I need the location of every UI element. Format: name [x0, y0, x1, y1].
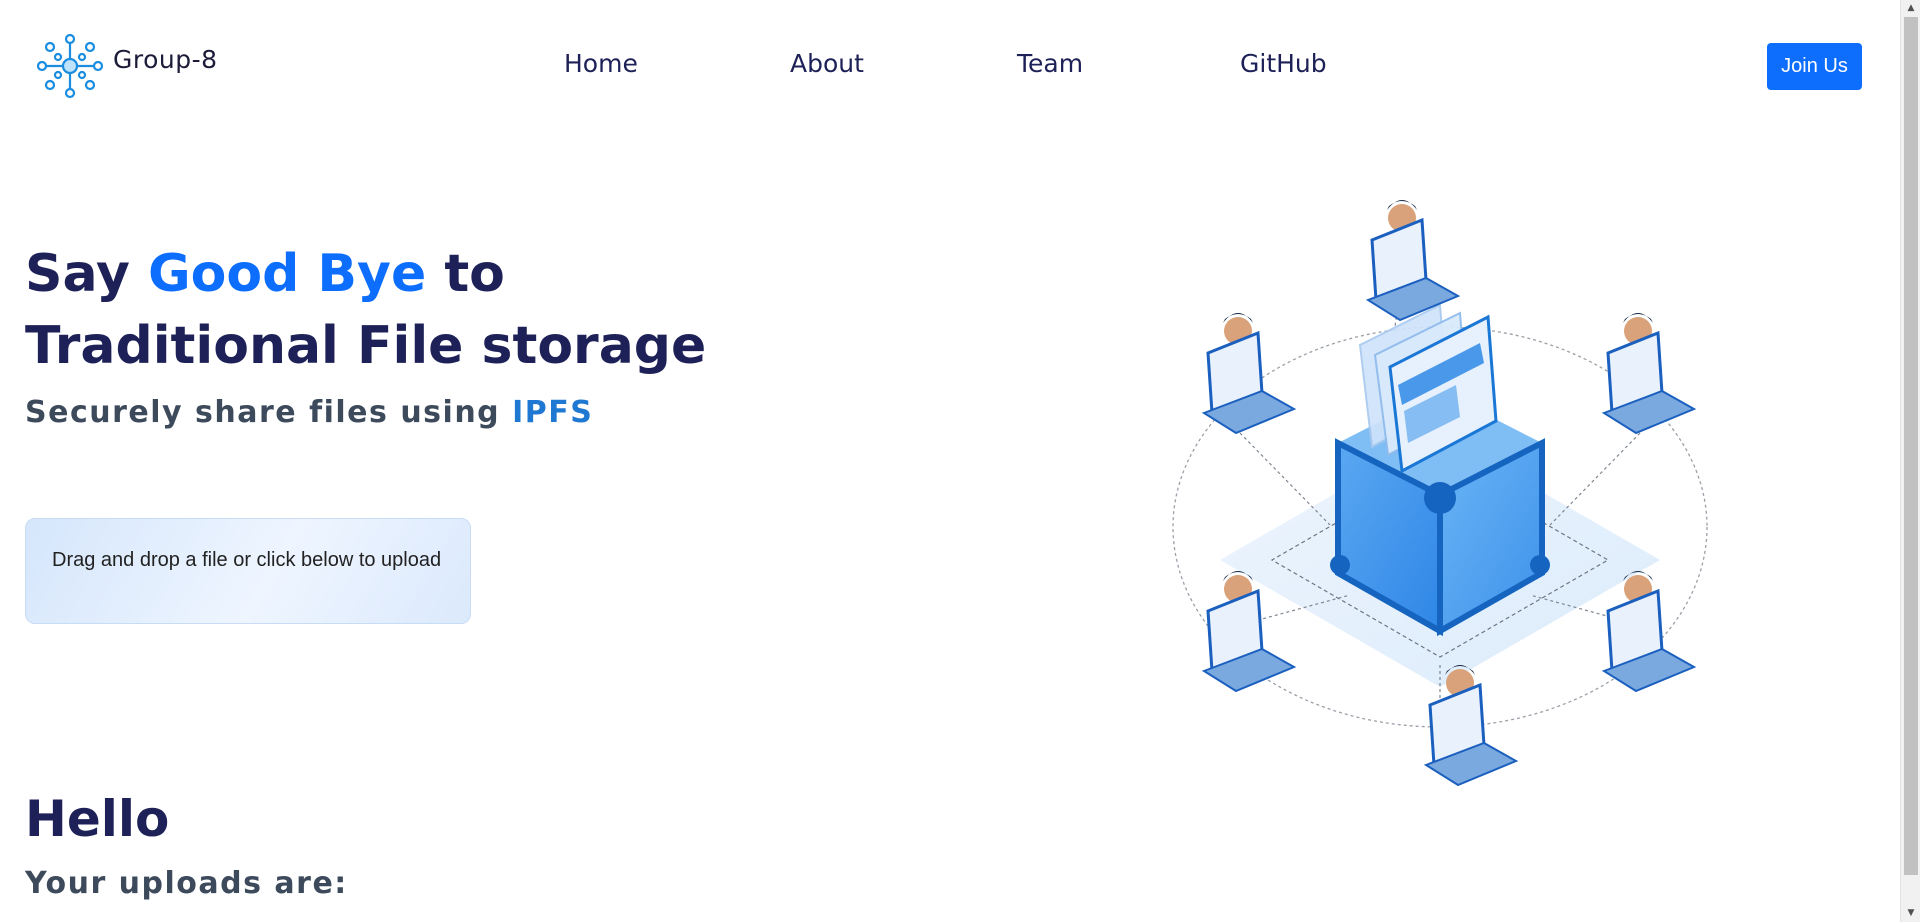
hero-title-line2: Traditional File storage: [25, 316, 707, 376]
nav-home-link[interactable]: Home: [564, 49, 638, 78]
page-scrollbar[interactable]: ▲ ▼: [1900, 0, 1920, 922]
scroll-down-arrow-icon[interactable]: ▼: [1901, 905, 1920, 922]
join-us-button[interactable]: Join Us: [1767, 43, 1862, 90]
nav-team-link[interactable]: Team: [1017, 49, 1083, 78]
file-upload-dropzone[interactable]: Drag and drop a file or click below to u…: [25, 518, 471, 624]
network-nodes-logo-icon[interactable]: [36, 33, 104, 99]
site-header: Group-8 Home About Team GitHub Join Us: [0, 0, 1900, 130]
hero-title-line1: Say Good Bye to: [25, 244, 505, 304]
scroll-up-arrow-icon[interactable]: ▲: [1901, 0, 1920, 17]
scrollbar-thumb[interactable]: [1904, 17, 1918, 875]
uploads-label: Your uploads are:: [25, 866, 348, 901]
hero-title-part2: to: [426, 244, 505, 304]
nav-about-link[interactable]: About: [790, 49, 864, 78]
hero-title-highlight: Good Bye: [147, 244, 427, 304]
brand-name[interactable]: Group-8: [113, 45, 218, 74]
greeting-heading: Hello: [25, 790, 170, 848]
ipfs-network-cube-illustration: [1172, 200, 1708, 787]
hero-subtitle-text: Securely share files using: [25, 395, 513, 430]
hero-title-part1: Say: [25, 244, 148, 304]
upload-instruction: Drag and drop a file or click below to u…: [52, 549, 442, 571]
nav-github-link[interactable]: GitHub: [1240, 49, 1327, 78]
hero-subtitle: Securely share files using IPFS: [25, 395, 593, 430]
hero-subtitle-highlight: IPFS: [512, 395, 594, 430]
